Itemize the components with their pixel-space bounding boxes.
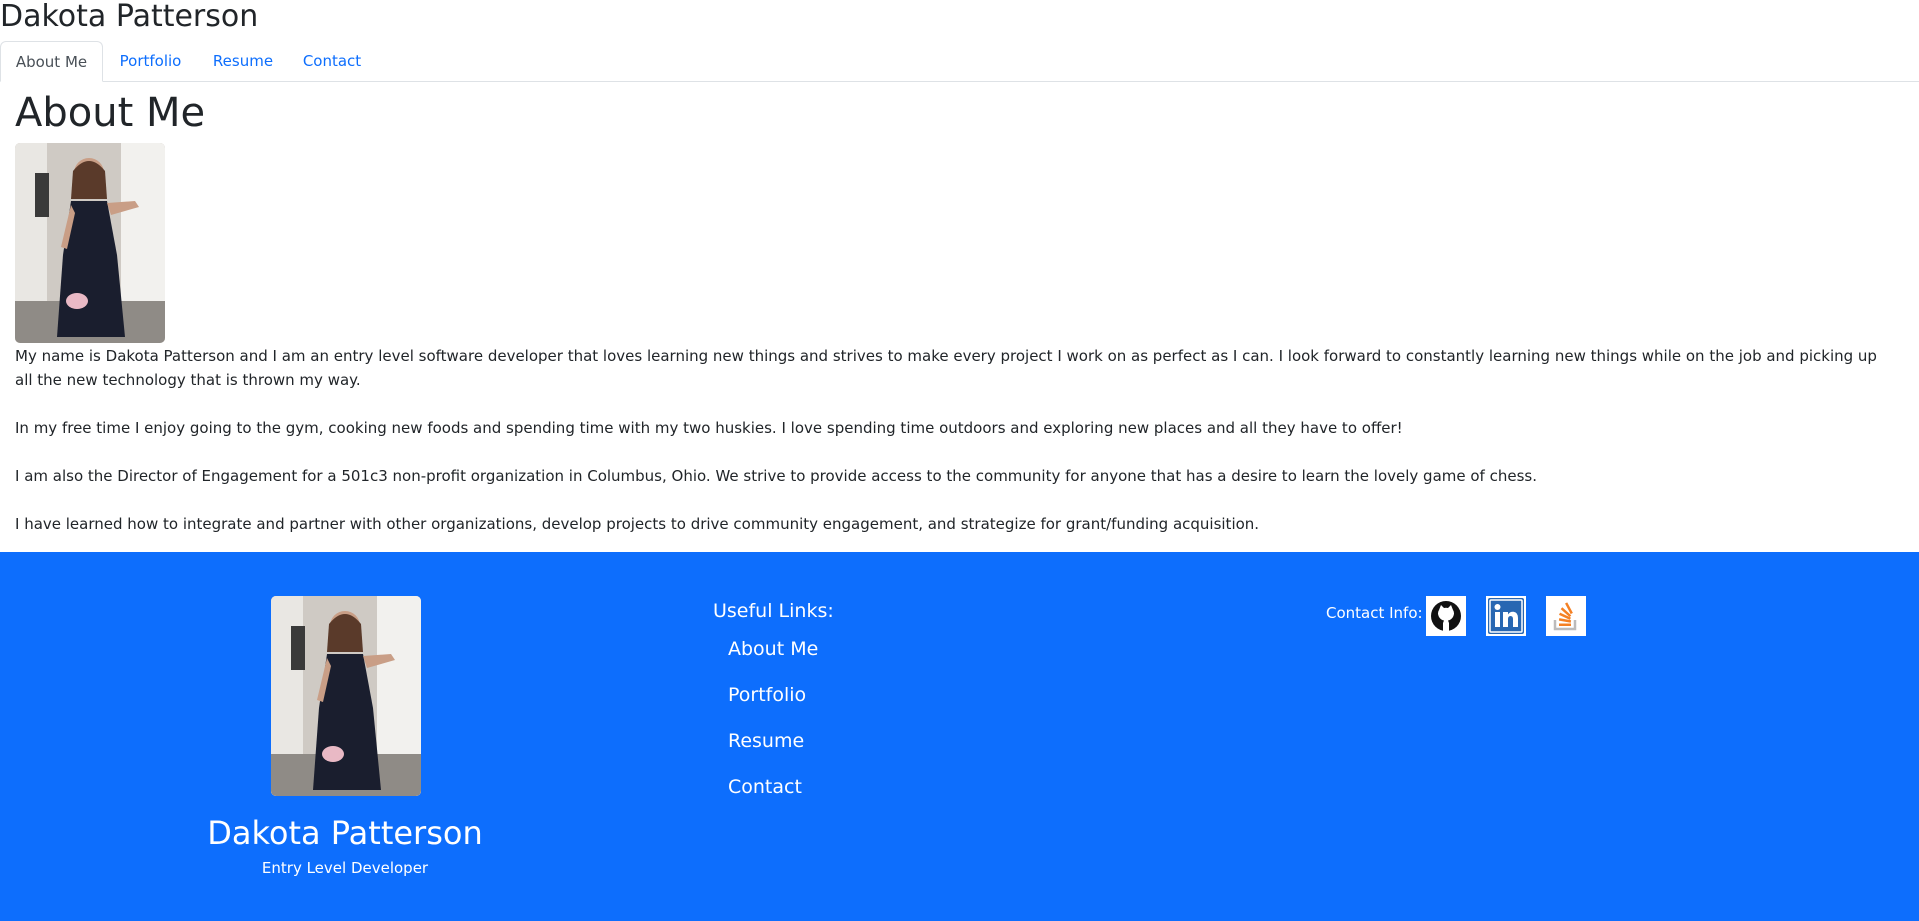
tab-about-me[interactable]: About Me [0,41,103,82]
stackoverflow-icon[interactable] [1546,596,1586,636]
footer-link-portfolio[interactable]: Portfolio [728,684,806,706]
footer-link-resume[interactable]: Resume [728,730,804,752]
about-heading: About Me [15,90,206,136]
about-paragraph-4: I have learned how to integrate and part… [15,515,1260,533]
footer: Dakota Patterson Entry Level Developer U… [0,552,1919,921]
footer-link-contact[interactable]: Contact [728,776,802,798]
contact-info-label: Contact Info: [1326,604,1423,622]
nav-tabs: About Me Portfolio Resume Contact [0,41,1919,82]
footer-profile-photo [271,596,421,796]
tab-contact[interactable]: Contact [288,41,376,82]
about-paragraph-1: My name is Dakota Patterson and I am an … [15,347,1877,389]
footer-name: Dakota Patterson [207,814,483,852]
footer-role: Entry Level Developer [261,859,429,877]
linkedin-icon[interactable] [1486,596,1526,636]
tab-portfolio[interactable]: Portfolio [103,41,198,82]
profile-photo [15,143,165,343]
site-title: Dakota Patterson [0,0,259,34]
tab-resume[interactable]: Resume [198,41,288,82]
about-paragraph-2: In my free time I enjoy going to the gym… [15,419,1403,437]
about-paragraph-3: I am also the Director of Engagement for… [15,467,1537,485]
github-icon[interactable] [1426,596,1466,636]
footer-link-about-me[interactable]: About Me [728,638,818,660]
useful-links-heading: Useful Links: [713,600,834,622]
